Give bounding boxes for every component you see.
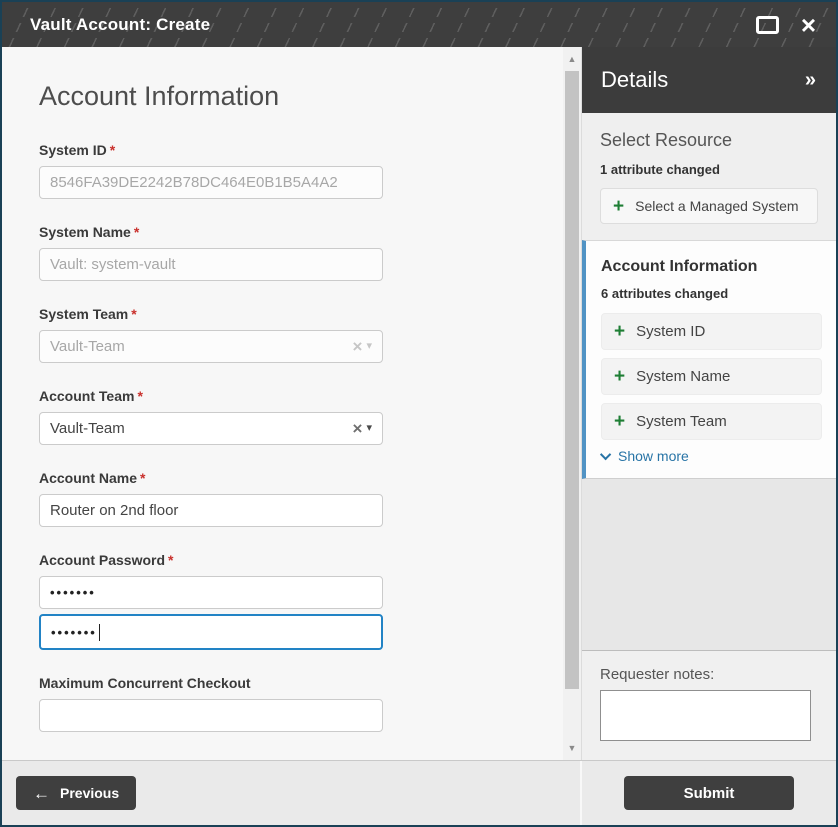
account-name-input[interactable]: Router on 2nd floor [39, 494, 383, 527]
clear-selection-icon[interactable]: × [353, 338, 363, 355]
account-password-input[interactable]: ••••••• [39, 576, 383, 609]
show-more-link[interactable]: Show more [599, 448, 822, 464]
select-managed-system-button[interactable]: + Select a Managed System [600, 188, 818, 224]
form-pane: Account Information System ID * 8546FA39D… [2, 47, 563, 760]
window-title: Vault Account: Create [30, 14, 211, 34]
close-icon[interactable]: × [801, 12, 816, 38]
attribute-item-system-id[interactable]: + System ID [601, 313, 822, 350]
submit-button[interactable]: Submit [624, 776, 794, 810]
plus-icon: + [613, 195, 625, 217]
account-password-label: Account Password * [39, 552, 174, 568]
details-pane: Details » Select Resource 1 attribute ch… [581, 47, 836, 760]
account-team-select[interactable]: Vault-Team × ▾ [39, 412, 383, 445]
arrow-left-icon: ← [33, 783, 50, 803]
attribute-item-system-name[interactable]: + System Name [601, 358, 822, 395]
scrollbar-up-icon[interactable]: ▲ [563, 51, 581, 67]
field-account-password: Account Password * ••••••• ••••••• [39, 552, 383, 650]
select-resource-heading: Select Resource [600, 130, 733, 150]
details-header: Details » [582, 47, 836, 113]
previous-button[interactable]: ← Previous [16, 776, 137, 810]
select-resource-status: 1 attribute changed [600, 162, 720, 177]
scrollbar-thumb[interactable] [565, 71, 579, 689]
dropdown-caret-icon[interactable]: ▾ [366, 423, 372, 434]
footer: ← Previous Submit [2, 760, 836, 825]
field-account-name: Account Name * Router on 2nd floor [39, 470, 383, 527]
details-title: Details [601, 67, 669, 92]
account-information-status: 6 attributes changed [601, 286, 729, 301]
required-asterisk: * [140, 470, 146, 486]
system-id-label: System ID * [39, 142, 116, 158]
account-information-heading: Account Information [601, 258, 758, 275]
system-name-label: System Name * [39, 224, 140, 240]
plus-icon: + [614, 366, 626, 387]
footer-right: Submit [582, 761, 836, 825]
vault-account-create-dialog: Vault Account: Create × Account Informat… [0, 0, 838, 827]
account-information-card: Account Information 6 attributes changed… [582, 240, 836, 479]
titlebar: Vault Account: Create × [2, 2, 836, 47]
requester-notes-textarea[interactable] [600, 690, 811, 741]
field-max-concurrent-checkout: Maximum Concurrent Checkout [39, 675, 383, 732]
account-name-label: Account Name * [39, 470, 146, 486]
required-asterisk: * [133, 224, 140, 240]
maximize-icon[interactable] [755, 15, 779, 34]
clear-selection-icon[interactable]: × [353, 420, 363, 437]
required-asterisk: * [137, 388, 143, 404]
requester-notes-section: Requester notes: [582, 651, 836, 760]
field-account-team: Account Team * Vault-Team × ▾ [39, 388, 383, 445]
required-asterisk: * [131, 306, 137, 322]
required-asterisk: * [109, 142, 116, 158]
scrollbar-down-icon[interactable]: ▼ [563, 740, 581, 756]
system-name-input[interactable]: Vault: system-vault [39, 248, 383, 281]
form-heading: Account Information [39, 81, 280, 111]
footer-left: ← Previous [2, 761, 582, 825]
chevron-down-icon [599, 448, 612, 461]
system-team-label: System Team * [39, 306, 137, 322]
field-system-id: System ID * 8546FA39DE2242B78DC464E0B1B5A… [39, 142, 383, 199]
requester-notes-label: Requester notes: [600, 666, 715, 683]
collapse-panel-icon[interactable]: » [805, 69, 816, 92]
text-cursor [98, 623, 100, 641]
vertical-scrollbar[interactable]: ▲ ▼ [563, 47, 581, 760]
dropdown-caret-icon[interactable]: ▾ [366, 341, 372, 352]
max-concurrent-checkout-label: Maximum Concurrent Checkout [39, 675, 251, 691]
required-asterisk: * [168, 552, 174, 568]
field-system-team: System Team * Vault-Team × ▾ [39, 306, 383, 363]
max-concurrent-checkout-input[interactable] [39, 699, 383, 732]
system-id-input[interactable]: 8546FA39DE2242B78DC464E0B1B5A4A2 [39, 166, 383, 199]
system-team-select[interactable]: Vault-Team × ▾ [39, 330, 383, 363]
field-system-name: System Name * Vault: system-vault [39, 224, 383, 281]
attribute-item-system-team[interactable]: + System Team [601, 403, 822, 440]
select-resource-section: Select Resource 1 attribute changed + Se… [582, 113, 836, 240]
details-spacer [582, 479, 836, 651]
plus-icon: + [614, 411, 626, 432]
plus-icon: + [614, 321, 626, 342]
account-password-confirm-input[interactable]: ••••••• [39, 614, 383, 650]
main-area: Account Information System ID * 8546FA39D… [2, 47, 836, 760]
account-team-label: Account Team * [39, 388, 143, 404]
